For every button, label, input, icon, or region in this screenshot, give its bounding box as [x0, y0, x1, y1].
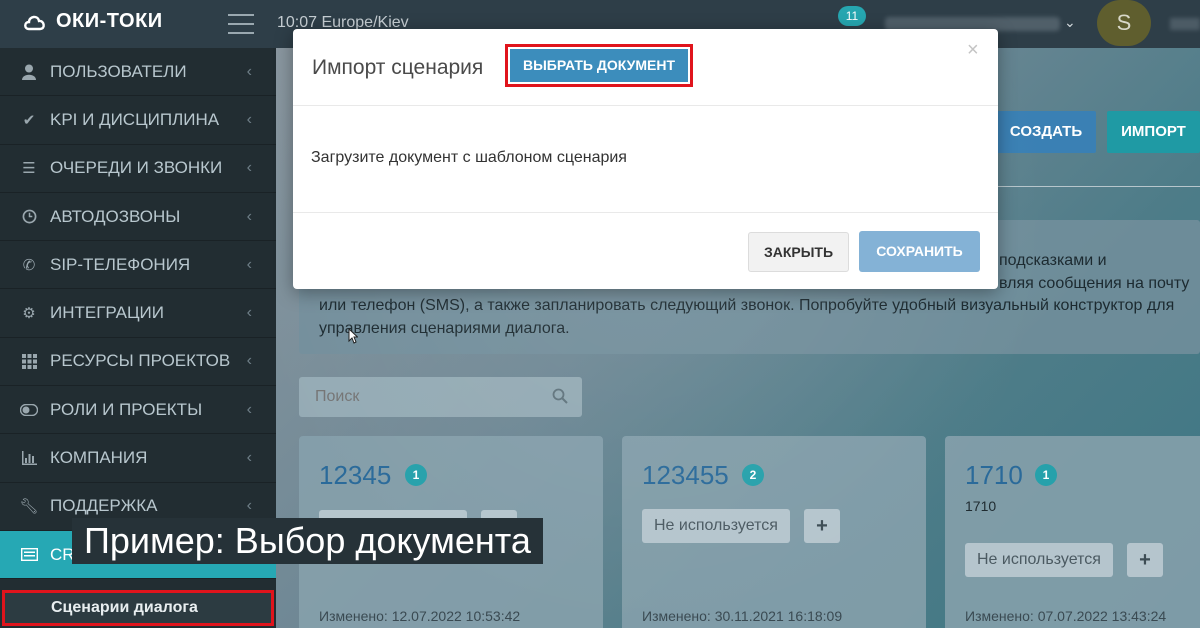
divider: [996, 186, 1200, 187]
close-button[interactable]: ЗАКРЫТЬ: [748, 232, 849, 272]
card-modified: Изменено: 30.11.2021 16:18:09: [642, 608, 843, 624]
chevron-left-icon: ‹: [246, 449, 252, 467]
logo-text: ОКИ-ТОКИ: [56, 10, 163, 32]
modal-title: Импорт сценария: [312, 56, 484, 79]
sidebar-item-label: АВТОДОЗВОНЫ: [50, 206, 181, 226]
save-button[interactable]: СОХРАНИТЬ: [859, 231, 980, 272]
toggle-icon: [20, 401, 38, 419]
chevron-left-icon: ‹: [246, 352, 252, 370]
card-status[interactable]: Не используется: [642, 509, 790, 543]
sidebar-item-sip[interactable]: ✆ SIP-ТЕЛЕФОНИЯ ‹: [0, 241, 276, 290]
card-title[interactable]: 12345: [319, 460, 391, 491]
card-badge: 1: [1035, 464, 1057, 486]
card-badge: 2: [742, 464, 764, 486]
sidebar-item-label: SIP-ТЕЛЕФОНИЯ: [50, 254, 191, 274]
sidebar-item-queues[interactable]: ☰ ОЧЕРЕДИ И ЗВОНКИ ‹: [0, 145, 276, 193]
script-card[interactable]: 123455 2 Не используется + Изменено: 30.…: [622, 436, 926, 628]
top-right-blurred: [1170, 18, 1200, 30]
sidebar-item-label: ПОДДЕРЖКА: [50, 496, 158, 516]
card-status[interactable]: Не используется: [965, 543, 1113, 577]
phone-icon: ✆: [22, 256, 36, 274]
wrench-icon: 🔧︎: [19, 498, 39, 516]
add-icon[interactable]: +: [804, 509, 840, 543]
search-input[interactable]: [299, 377, 582, 417]
chevron-left-icon: ‹: [246, 159, 252, 177]
sidebar-item-integrations[interactable]: ⚙ ИНТЕГРАЦИИ ‹: [0, 289, 276, 338]
sidebar-item-autodial[interactable]: АВТОДОЗВОНЫ ‹: [0, 193, 276, 242]
sidebar-item-roles[interactable]: РОЛИ И ПРОЕКТЫ ‹: [0, 386, 276, 435]
gears-icon: ⚙: [22, 305, 36, 323]
sidebar-item-label: РОЛИ И ПРОЕКТЫ: [50, 399, 203, 419]
grid-icon: [20, 352, 38, 370]
sidebar-item-label: КОМПАНИЯ: [50, 448, 148, 468]
import-button[interactable]: ИМПОРТ: [1107, 111, 1200, 153]
check-icon: ✔: [22, 111, 36, 129]
sidebar-item-users[interactable]: ПОЛЬЗОВАТЕЛИ ‹: [0, 48, 276, 97]
cloud-icon: [24, 15, 45, 30]
clock-icon: [20, 208, 38, 226]
list-icon: ☰: [22, 160, 36, 178]
avatar[interactable]: S: [1097, 0, 1151, 46]
sidebar-item-label: ПОЛЬЗОВАТЕЛИ: [50, 61, 187, 81]
card-title[interactable]: 123455: [642, 460, 729, 491]
sidebar-item-company[interactable]: КОМПАНИЯ ‹: [0, 434, 276, 483]
menu-toggle-icon[interactable]: [228, 14, 254, 34]
sidebar-subitem-dialog-scripts[interactable]: Сценарии диалога: [2, 590, 274, 626]
divider: [293, 212, 998, 213]
bar-chart-icon: [20, 449, 38, 467]
notifications-badge[interactable]: 11: [838, 6, 866, 26]
chevron-left-icon: ‹: [246, 110, 252, 128]
sidebar-item-label: РЕСУРСЫ ПРОЕКТОВ: [50, 351, 231, 371]
sidebar-item-label: CR: [50, 544, 75, 564]
modal-body-text: Загрузите документ с шаблоном сценария: [311, 149, 627, 166]
search-icon[interactable]: [552, 388, 568, 404]
card-modified: Изменено: 07.07.2022 13:43:24: [965, 608, 1167, 624]
chevron-left-icon: ‹: [246, 400, 252, 418]
sidebar-item-resources[interactable]: РЕСУРСЫ ПРОЕКТОВ ‹: [0, 338, 276, 387]
script-card[interactable]: 1710 1 1710 Не используется + Изменено: …: [945, 436, 1200, 628]
chevron-down-icon[interactable]: ⌄: [1064, 14, 1076, 31]
caption-overlay: Пример: Выбор документа: [72, 518, 543, 564]
info-line-3: или телефон (SMS), а также запланировать…: [319, 297, 1175, 314]
close-icon[interactable]: ×: [967, 39, 979, 62]
logo[interactable]: ОКИ-ТОКИ: [22, 10, 163, 33]
card-badge: 1: [405, 464, 427, 486]
user-icon: [20, 63, 38, 81]
chevron-left-icon: ‹: [246, 304, 252, 322]
card-title[interactable]: 1710: [965, 460, 1023, 491]
choose-document-highlight: ВЫБРАТЬ ДОКУМЕНТ: [505, 44, 693, 87]
chevron-left-icon: ‹: [246, 255, 252, 273]
card-subtitle: 1710: [965, 498, 997, 514]
info-line-4: управления сценариями диалога.: [319, 319, 570, 337]
chevron-left-icon: ‹: [246, 207, 252, 225]
sidebar-item-label: KPI И ДИСЦИПЛИНА: [50, 109, 220, 129]
divider: [293, 105, 998, 106]
choose-document-button[interactable]: ВЫБРАТЬ ДОКУМЕНТ: [510, 49, 688, 82]
sidebar-item-label: ОЧЕРЕДИ И ЗВОНКИ: [50, 158, 223, 178]
sidebar-item-kpi[interactable]: ✔ KPI И ДИСЦИПЛИНА ‹: [0, 96, 276, 145]
card-icon: [20, 546, 38, 564]
create-button[interactable]: СОЗДАТЬ: [996, 111, 1096, 153]
sidebar-item-label: ИНТЕГРАЦИИ: [50, 303, 164, 323]
cursor-icon: [348, 328, 358, 344]
chevron-left-icon: ‹: [246, 497, 252, 515]
card-modified: Изменено: 12.07.2022 10:53:42: [319, 608, 521, 624]
import-modal: Импорт сценария ВЫБРАТЬ ДОКУМЕНТ × Загру…: [293, 29, 998, 289]
chevron-left-icon: ‹: [246, 62, 252, 80]
add-icon[interactable]: +: [1127, 543, 1163, 577]
